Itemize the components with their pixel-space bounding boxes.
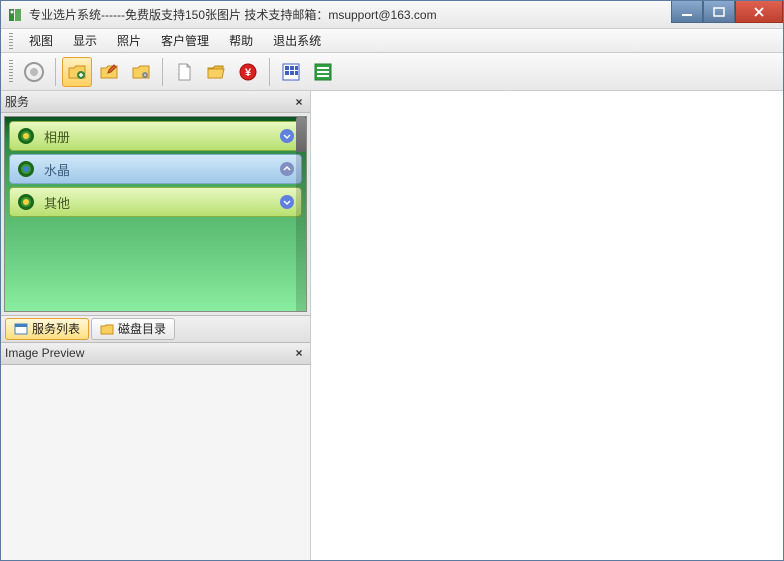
tab-disk-directory[interactable]: 磁盘目录 — [91, 318, 175, 340]
body-area: 服务 × 相册 — [1, 91, 783, 560]
toolbar-grip-icon — [9, 60, 13, 84]
service-panel-content: 相册 水晶 — [1, 113, 310, 315]
tab-label: 服务列表 — [32, 320, 80, 337]
chevron-up-icon[interactable] — [279, 161, 295, 177]
wreath-icon — [16, 159, 36, 179]
service-row-label: 相册 — [44, 127, 271, 146]
folder-icon — [100, 322, 114, 336]
window-icon — [14, 322, 28, 336]
close-button[interactable] — [735, 1, 783, 23]
wreath-icon — [16, 192, 36, 212]
chevron-down-icon[interactable] — [279, 194, 295, 210]
service-panel-header[interactable]: 服务 × — [1, 91, 310, 113]
service-row-label: 其他 — [44, 193, 271, 212]
tool-grid-view-button[interactable] — [276, 57, 306, 87]
menu-customer[interactable]: 客户管理 — [151, 29, 219, 52]
service-row-label: 水晶 — [44, 160, 271, 179]
window-controls — [671, 1, 783, 23]
menu-view[interactable]: 视图 — [19, 29, 63, 52]
menubar: 视图 显示 照片 客户管理 帮助 退出系统 — [1, 29, 783, 53]
preview-body — [1, 365, 310, 561]
service-panel-title: 服务 — [5, 93, 29, 110]
tool-price-button[interactable]: ¥ — [233, 57, 263, 87]
preview-panel-header[interactable]: Image Preview × — [1, 343, 310, 365]
svg-text:¥: ¥ — [245, 67, 252, 79]
main-window: 专业选片系统------免费版支持150张图片 技术支持邮箱：msupport@… — [0, 0, 784, 561]
app-icon — [7, 7, 23, 23]
window-title: 专业选片系统------免费版支持150张图片 技术支持邮箱：msupport@… — [29, 6, 437, 23]
toolbar-separator — [55, 58, 56, 86]
menu-exit[interactable]: 退出系统 — [263, 29, 331, 52]
tool-circle-button[interactable] — [19, 57, 49, 87]
tab-service-list[interactable]: 服务列表 — [5, 318, 89, 340]
chevron-down-icon[interactable] — [279, 128, 295, 144]
preview-panel-title: Image Preview — [5, 346, 84, 360]
tool-edit-folder-button[interactable] — [94, 57, 124, 87]
service-row-other[interactable]: 其他 — [9, 187, 302, 217]
tab-label: 磁盘目录 — [118, 320, 166, 337]
left-panel: 服务 × 相册 — [1, 91, 311, 560]
preview-panel — [1, 365, 310, 561]
service-panel-close-icon[interactable]: × — [292, 95, 306, 109]
minimize-button[interactable] — [671, 1, 703, 23]
menu-help[interactable]: 帮助 — [219, 29, 263, 52]
tool-new-document-button[interactable] — [169, 57, 199, 87]
tool-list-view-button[interactable] — [308, 57, 338, 87]
toolbar-separator — [269, 58, 270, 86]
menu-grip-icon — [9, 33, 13, 49]
toolbar-separator — [162, 58, 163, 86]
tool-open-folder-button[interactable] — [201, 57, 231, 87]
tool-add-folder-button[interactable] — [62, 57, 92, 87]
menu-photo[interactable]: 照片 — [107, 29, 151, 52]
scrollbar-thumb[interactable] — [296, 117, 306, 152]
service-list-box: 相册 水晶 — [4, 116, 307, 312]
menu-display[interactable]: 显示 — [63, 29, 107, 52]
service-row-crystal[interactable]: 水晶 — [9, 154, 302, 184]
preview-panel-close-icon[interactable]: × — [292, 346, 306, 360]
maximize-button[interactable] — [703, 1, 735, 23]
main-content-area — [311, 91, 783, 560]
toolbar: ¥ — [1, 53, 783, 91]
service-scrollbar[interactable] — [296, 117, 306, 311]
tool-settings-folder-button[interactable] — [126, 57, 156, 87]
service-row-album[interactable]: 相册 — [9, 121, 302, 151]
service-tabs: 服务列表 磁盘目录 — [1, 315, 310, 343]
titlebar[interactable]: 专业选片系统------免费版支持150张图片 技术支持邮箱：msupport@… — [1, 1, 783, 29]
wreath-icon — [16, 126, 36, 146]
